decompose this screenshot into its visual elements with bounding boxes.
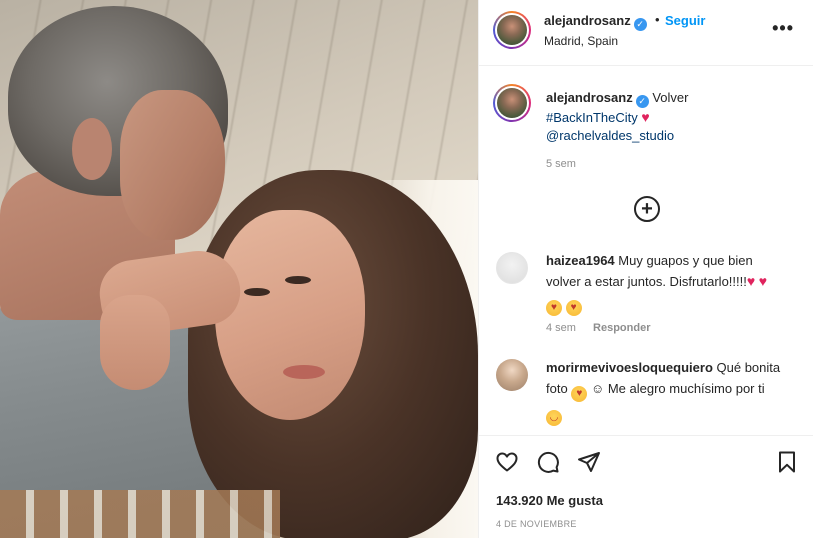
photo-woman-face	[215, 210, 365, 420]
comment-body-part3: Me alegro muchísimo por ti	[607, 381, 765, 396]
commenter-avatar[interactable]	[496, 359, 528, 391]
author-username-text[interactable]: alejandrosanz	[544, 13, 631, 28]
photo-woman-eye-right	[285, 276, 311, 284]
verified-badge-icon: ✓	[635, 94, 649, 108]
comment-timestamp[interactable]: 4 sem	[546, 322, 576, 334]
send-icon[interactable]	[577, 450, 601, 477]
avatar-image	[497, 88, 527, 118]
comment-icon[interactable]	[536, 450, 560, 477]
reply-button[interactable]: Responder	[593, 322, 650, 334]
mention-link[interactable]: @rachelvaldes_studio	[546, 128, 674, 143]
photo-chair	[0, 490, 280, 538]
comment-meta: 4 sem Responder	[546, 322, 651, 334]
comment-username[interactable]: haizea1964	[546, 253, 615, 268]
comment-body-part1: Qué bonita	[716, 360, 781, 375]
photo-man-face	[120, 90, 225, 240]
caption-timestamp[interactable]: 5 sem	[546, 158, 576, 170]
instagram-post: alejandrosanz ✓ • Seguir Madrid, Spain ••…	[0, 0, 813, 538]
post-side-panel: alejandrosanz ✓ • Seguir Madrid, Spain ••…	[478, 0, 813, 538]
caption-body: Volver	[652, 90, 689, 105]
red-heart-icon: ♥	[641, 108, 650, 125]
red-heart-icon: ♥	[758, 273, 768, 289]
comment-username[interactable]: morirmevivoesloquequiero	[546, 360, 713, 375]
header-separator: •	[655, 12, 660, 27]
blushing-face-icon: ◡	[546, 410, 562, 426]
author-username[interactable]: alejandrosanz ✓	[544, 13, 647, 31]
avatar-image	[497, 15, 527, 45]
load-more-comments-button[interactable]: +	[634, 196, 660, 222]
post-photo[interactable]	[0, 0, 478, 538]
plus-circle-icon: +	[641, 198, 653, 220]
smiling-face-icon: ☺	[590, 381, 605, 396]
comment-body-line2: volver a estar juntos. Disfrutarlo!!!!!	[546, 274, 747, 289]
post-actions: 143.920 Me gusta 4 DE NOVIEMBRE	[479, 435, 813, 538]
post-date[interactable]: 4 DE NOVIEMBRE	[496, 519, 577, 529]
kissing-face-icon: ♥	[565, 300, 582, 316]
heart-outline-icon[interactable]	[495, 450, 519, 477]
red-heart-icon: ♥	[746, 273, 756, 289]
photo-woman-lips	[283, 365, 325, 379]
comment-body-part2: foto	[546, 381, 568, 396]
likes-count[interactable]: 143.920 Me gusta	[496, 493, 603, 508]
photo-woman-eye-left	[244, 288, 270, 296]
avatar-ring	[495, 13, 529, 47]
caption-author-avatar[interactable]	[493, 84, 531, 122]
commenter-avatar[interactable]	[496, 252, 528, 284]
verified-badge-icon: ✓	[633, 18, 647, 31]
comment-body-line1: Muy guapos y que bien	[618, 253, 753, 268]
post-location[interactable]: Madrid, Spain	[544, 34, 618, 48]
follow-button[interactable]: Seguir	[665, 13, 705, 28]
bookmark-icon[interactable]	[775, 450, 799, 477]
kissing-face-icon: ♥	[546, 300, 562, 316]
photo-woman-hand	[100, 295, 170, 390]
hashtag-link[interactable]: #BackInTheCity	[546, 110, 638, 125]
photo-man-ear	[72, 118, 112, 180]
comment-text: morirmevivoesloquequiero Qué bonita foto…	[546, 357, 801, 426]
caption-username[interactable]: alejandrosanz	[546, 90, 633, 105]
more-options-icon[interactable]: •••	[772, 18, 794, 39]
post-header: alejandrosanz ✓ • Seguir Madrid, Spain ••…	[479, 0, 813, 66]
heart-eyes-face-icon: ♥	[571, 386, 588, 402]
comment-text: haizea1964 Muy guapos y que bien volver …	[546, 250, 801, 316]
avatar-ring	[495, 86, 529, 120]
author-avatar[interactable]	[493, 11, 531, 49]
caption-text: alejandrosanz ✓ Volver #BackInTheCity ♥ @…	[546, 89, 801, 145]
